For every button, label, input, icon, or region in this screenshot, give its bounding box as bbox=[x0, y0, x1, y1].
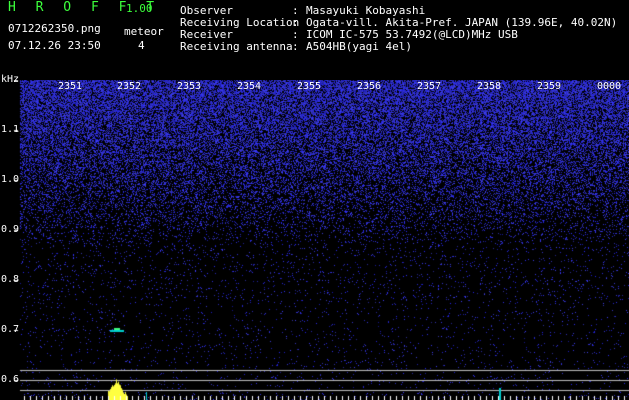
x-tick-label: 2354 bbox=[237, 81, 262, 92]
y-tick-label: 1.0 bbox=[1, 174, 20, 185]
y-tick-label: 1.1 bbox=[1, 124, 20, 135]
x-tick-label: 2353 bbox=[177, 81, 202, 92]
x-tick-label: 2355 bbox=[297, 81, 322, 92]
field-label-antenna: Receiving antenna bbox=[180, 40, 293, 53]
y-tick-label: 0.9 bbox=[1, 224, 20, 235]
y-tick-label: 0.6 bbox=[1, 374, 20, 385]
x-tick-label: 2351 bbox=[58, 81, 83, 92]
field-sep: : bbox=[292, 40, 299, 53]
x-tick-label: 2358 bbox=[477, 81, 502, 92]
x-tick-label: 2359 bbox=[537, 81, 562, 92]
file-name: 0712262350.png bbox=[8, 22, 101, 35]
y-tick-label: 0.7 bbox=[1, 324, 20, 335]
x-tick-label: 2357 bbox=[417, 81, 442, 92]
date-time: 07.12.26 23:50 bbox=[8, 39, 101, 52]
x-tick-label: 2352 bbox=[117, 81, 142, 92]
x-tick-label: 2356 bbox=[357, 81, 382, 92]
meteor-label: meteor bbox=[124, 25, 164, 38]
x-tick-label: 0000 bbox=[597, 81, 622, 92]
meteor-count: 4 bbox=[138, 39, 145, 52]
header-panel: H R O F F T 1.00 0712262350.png meteor 0… bbox=[0, 0, 629, 80]
field-value-antenna: A504HB(yagi 4el) bbox=[306, 40, 412, 53]
app-version: 1.00 bbox=[126, 2, 153, 15]
y-tick-label: 0.8 bbox=[1, 274, 20, 285]
y-unit-label: kHz bbox=[1, 74, 20, 85]
